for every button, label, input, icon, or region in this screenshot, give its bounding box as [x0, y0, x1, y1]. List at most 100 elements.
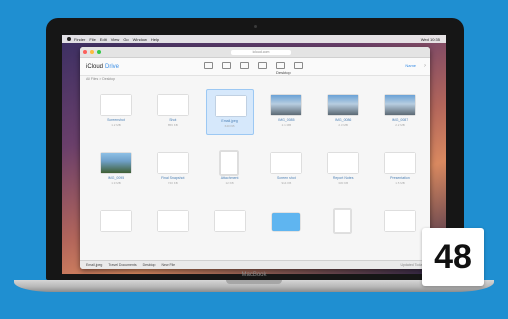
file-size: 856 KB	[167, 123, 178, 127]
opening-notch	[226, 280, 282, 284]
file-item[interactable]: IMG_0095 1.9 MB	[92, 147, 140, 193]
file-thumbnail	[328, 153, 359, 173]
close-icon[interactable]	[83, 50, 87, 54]
laptop: Finder File Edit View Go Window Help Wed…	[0, 0, 508, 319]
icloud-brand[interactable]: iCloud Drive	[86, 64, 119, 70]
file-name: Final Snapshot	[161, 176, 185, 180]
status-item[interactable]: Email.jpeg	[86, 263, 102, 267]
file-size: 740 KB	[167, 181, 178, 185]
file-name: Screenshot	[107, 118, 125, 122]
address-bar[interactable]: icloud.com	[231, 49, 291, 55]
menu-bar: Finder File Edit View Go Window Help Wed…	[62, 35, 446, 43]
file-size: 1.5 MB	[395, 181, 405, 185]
file-thumbnail	[157, 211, 188, 231]
new-folder-icon[interactable]	[204, 62, 213, 69]
menu-finder[interactable]: Finder	[74, 37, 85, 42]
file-row	[92, 205, 424, 251]
file-item[interactable]: Attachment 12 KB	[206, 147, 254, 193]
file-thumbnail	[334, 209, 352, 233]
file-thumbnail	[384, 153, 415, 173]
file-name: Email.jpeg	[221, 119, 238, 123]
folder-icon[interactable]	[294, 62, 303, 69]
file-item[interactable]: Screenshot 1.2 MB	[92, 89, 140, 135]
file-thumbnail	[101, 153, 131, 173]
file-item[interactable]: IMG_0085 2.1 MB	[262, 89, 310, 135]
file-size: 330 KB	[338, 181, 349, 185]
delete-icon[interactable]	[258, 62, 267, 69]
file-thumbnail	[384, 95, 415, 115]
menu-clock[interactable]: Wed 10:35	[421, 37, 440, 42]
file-grid: Screenshot 1.2 MB Shot 856 KB Email.jpeg 640 …	[92, 89, 424, 263]
file-thumbnail	[214, 211, 245, 231]
file-name: Presentation	[390, 176, 410, 180]
brand-label: iCloud	[86, 63, 104, 70]
menu-view[interactable]: View	[111, 37, 120, 42]
minimize-icon[interactable]	[90, 50, 94, 54]
file-item[interactable]: Presentation 1.5 MB	[376, 147, 424, 193]
file-size: 1.9 MB	[111, 181, 121, 185]
menu-help[interactable]: Help	[151, 37, 159, 42]
file-size: 2.2 MB	[395, 123, 405, 127]
file-item[interactable]	[376, 205, 424, 251]
menu-go[interactable]: Go	[123, 37, 128, 42]
file-thumbnail	[384, 211, 415, 231]
file-item[interactable]: Screen shot 914 KB	[262, 147, 310, 193]
menu-edit[interactable]: Edit	[100, 37, 107, 42]
file-thumbnail	[101, 95, 131, 115]
file-thumbnail	[219, 151, 238, 175]
file-item[interactable]	[319, 205, 367, 251]
sort-dropdown[interactable]: Name	[405, 63, 416, 68]
file-size: 12 KB	[225, 181, 234, 185]
toolbar-icons	[204, 62, 303, 69]
status-item[interactable]: Travel Documents	[108, 263, 136, 267]
breadcrumb[interactable]: All Files > Desktop	[86, 77, 115, 81]
upload-icon[interactable]	[222, 62, 231, 69]
apple-icon[interactable]	[67, 37, 71, 41]
file-item[interactable]: Email.jpeg 640 KB	[205, 89, 254, 135]
status-bar: Email.jpeg Travel Documents Desktop New …	[80, 260, 430, 269]
file-item[interactable]	[262, 205, 310, 251]
file-size: 2.3 MB	[338, 123, 348, 127]
menu-file[interactable]: File	[89, 37, 95, 42]
folder-icon	[272, 213, 301, 231]
file-size: 640 KB	[224, 124, 235, 128]
file-item[interactable]: IMG_0087 2.2 MB	[376, 89, 424, 135]
file-thumbnail	[271, 95, 302, 115]
file-thumbnail	[215, 96, 246, 116]
file-row: Screenshot 1.2 MB Shot 856 KB Email.jpeg 640 …	[92, 89, 424, 135]
file-item[interactable]	[92, 205, 140, 251]
file-name: Attachment	[220, 176, 239, 180]
file-item[interactable]: Report Notes 330 KB	[319, 147, 367, 193]
file-name: IMG_0095	[107, 176, 125, 180]
icloud-toolbar: iCloud Drive Desktop Name ?	[80, 58, 430, 76]
page-number-badge: 48	[422, 228, 484, 286]
file-thumbnail	[157, 95, 188, 115]
menu-window[interactable]: Window	[133, 37, 147, 42]
file-item[interactable]: Shot 856 KB	[149, 89, 197, 135]
file-name: Shot	[169, 118, 177, 122]
file-item[interactable]	[149, 205, 197, 251]
status-item[interactable]: Desktop	[143, 263, 156, 267]
file-thumbnail	[101, 211, 131, 231]
file-size: 2.1 MB	[281, 123, 292, 127]
help-icon[interactable]: ?	[424, 63, 426, 68]
status-updated: Updated Today	[400, 263, 424, 267]
browser-titlebar: icloud.com	[80, 47, 430, 58]
file-name: IMG_0085	[278, 118, 295, 122]
file-item[interactable]: IMG_0086 2.3 MB	[319, 89, 367, 135]
file-thumbnail	[328, 95, 359, 115]
location-title: Desktop	[276, 70, 291, 75]
download-icon[interactable]	[240, 62, 249, 69]
file-name: IMG_0087	[391, 118, 409, 122]
file-thumbnail	[271, 153, 302, 173]
file-size: 1.2 MB	[111, 123, 121, 127]
browser-window: icloud.com iCloud Drive Desktop Name ? Al…	[80, 47, 430, 269]
camera	[254, 25, 257, 28]
maximize-icon[interactable]	[97, 50, 101, 54]
file-item[interactable]: Final Snapshot 740 KB	[149, 147, 197, 193]
desktop-screen: Finder File Edit View Go Window Help Wed…	[62, 35, 446, 274]
file-name: Screen shot	[277, 176, 296, 180]
share-icon[interactable]	[276, 62, 285, 69]
file-item[interactable]	[206, 205, 254, 251]
status-item[interactable]: New File	[161, 263, 175, 267]
